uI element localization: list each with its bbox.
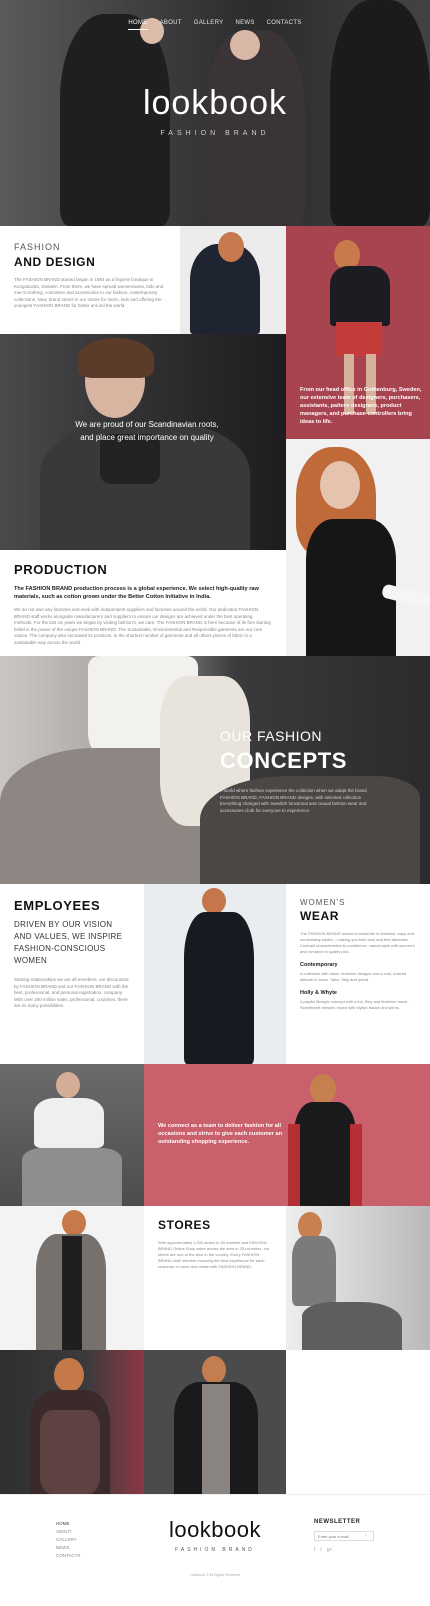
production-body: We do not own any factories and work wit…: [14, 607, 271, 645]
production-block: PRODUCTION The FASHION BRAND production …: [0, 550, 286, 656]
production-heading: PRODUCTION: [14, 562, 108, 577]
womens-heading: WEAR: [300, 909, 340, 923]
hero-model-center: [205, 30, 305, 226]
hero-subtitle: FASHION BRAND: [160, 130, 270, 137]
nav-home[interactable]: HOME: [128, 20, 148, 30]
office-text: From our head office in Gothenburg, Swed…: [300, 387, 422, 425]
hero-title: lookbook: [142, 84, 288, 122]
concepts-heading: CONCEPTS: [220, 748, 348, 773]
concepts-kicker: OUR FASHION: [220, 728, 322, 744]
photo-model-scarf: [180, 226, 286, 334]
hero-section: HOME ABOUT GALLERY NEWS CONTACTS lookboo…: [0, 0, 430, 226]
photo-model-blazer: [144, 1350, 286, 1494]
proud-text: We are proud of our Scandinavian roots, …: [75, 420, 219, 442]
womens-sub2: Holly & Whyte: [300, 990, 337, 996]
fashion-design-block: FASHION AND DESIGN The FASHION BRAND sta…: [0, 226, 180, 334]
womens-wear-block: WOMEN'S WEAR The FASHION BRAND women's w…: [286, 884, 430, 1064]
newsletter-form: ›: [314, 1531, 374, 1541]
fashion-body: The FASHION BRAND started began in 1954 …: [14, 277, 164, 308]
womens-kicker: WOMEN'S: [300, 898, 346, 907]
stores-block: STORES With approximately 1,000 stores i…: [144, 1206, 286, 1350]
social-icons: f t g+: [314, 1547, 332, 1553]
footer-link-contacts[interactable]: CONTACTS: [56, 1553, 80, 1558]
nav-news[interactable]: NEWS: [235, 20, 254, 30]
newsletter-title: NEWSLETTER: [314, 1519, 361, 1525]
fashion-heading: AND DESIGN: [14, 255, 96, 269]
employees-tagline: DRIVEN BY OUR VISION AND VALUES, WE INSP…: [14, 920, 123, 965]
photo-model-floral: [0, 1350, 144, 1494]
photo-model-portrait: We are proud of our Scandinavian roots, …: [0, 334, 286, 550]
twitter-icon[interactable]: t: [320, 1547, 321, 1553]
production-lead: The FASHION BRAND production process is …: [14, 586, 259, 600]
stores-body: With approximately 1,000 stores in 40 ma…: [158, 1240, 270, 1269]
photo-model-red-dress: From our head office in Gothenburg, Swed…: [286, 226, 430, 439]
photo-model-tweed-coat: [0, 1206, 144, 1350]
footer: HOME ABOUT GALLERY NEWS CONTACTS lookboo…: [0, 1494, 430, 1606]
photo-model-white-shirt: [0, 1064, 144, 1206]
footer-logo-sub: FASHION BRAND: [175, 1547, 255, 1553]
photo-model-black-dress: [144, 884, 286, 1064]
nav-contacts[interactable]: CONTACTS: [267, 20, 302, 30]
google-plus-icon[interactable]: g+: [327, 1547, 333, 1553]
womens-sub1-body: A collection with clean, feminine design…: [300, 971, 407, 982]
employees-heading: EMPLOYEES: [14, 898, 101, 913]
main-nav: HOME ABOUT GALLERY NEWS CONTACTS: [0, 20, 430, 30]
team-block: We connect as a team to deliver fashion …: [144, 1064, 430, 1206]
nav-gallery[interactable]: GALLERY: [194, 20, 224, 30]
womens-sub1: Contemporary: [300, 962, 338, 968]
copyright: Lookbook © All Rights Reserved: [189, 1573, 241, 1577]
concepts-body: A world where fashion experience the col…: [220, 788, 367, 813]
photo-model-lace: [286, 439, 430, 656]
newsletter-email-input[interactable]: [315, 1533, 365, 1539]
photo-model-grey-knit: [286, 1206, 430, 1350]
fashion-kicker: FASHION: [14, 242, 61, 252]
employees-body: Starting relationships we are all member…: [14, 977, 129, 1008]
stores-heading: STORES: [158, 1218, 211, 1232]
hero-model-face: [230, 30, 260, 60]
womens-intro: The FASHION BRAND women's wardrobe is fe…: [300, 931, 415, 954]
employees-block: EMPLOYEES DRIVEN BY OUR VISION AND VALUE…: [0, 884, 144, 1064]
nav-about[interactable]: ABOUT: [160, 20, 182, 30]
facebook-icon[interactable]: f: [314, 1547, 315, 1553]
arrow-right-icon[interactable]: ›: [365, 1533, 367, 1539]
womens-sub2-body: A playful lifestyle concept with a fun, …: [300, 999, 409, 1010]
team-text: We connect as a team to deliver fashion …: [158, 1123, 283, 1145]
concepts-section: OUR FASHION CONCEPTS A world where fashi…: [0, 656, 430, 884]
empty-tile: [286, 1350, 430, 1494]
